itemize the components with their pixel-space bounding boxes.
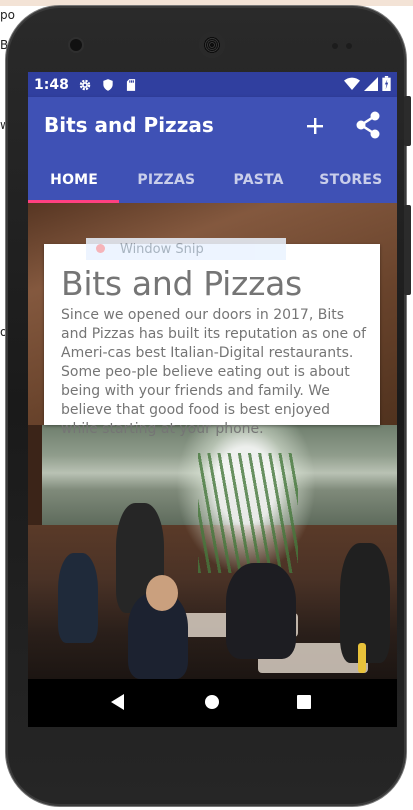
signal-icon [364, 76, 378, 91]
wifi-icon [344, 77, 360, 90]
app-toolbar: Bits and Pizzas HOME PIZZAS PASTA STORES [28, 97, 397, 203]
device-screen: 1:48 Bits and Pizzas HOME PIZZAS PASTA S… [28, 72, 397, 727]
status-time: 1:48 [34, 76, 69, 93]
card-description: Since we opened our doors in 2017, Bits … [61, 307, 367, 437]
window-snip-overlay: Window Snip [86, 238, 286, 260]
card-title: Bits and Pizzas [61, 264, 302, 303]
back-icon[interactable] [111, 694, 124, 710]
desktop-text-fragment: po [0, 8, 15, 22]
settings-icon [79, 79, 91, 90]
share-icon[interactable] [352, 109, 384, 141]
battery-icon [382, 76, 391, 91]
tab-home[interactable]: HOME [28, 157, 120, 203]
light-sensor [346, 43, 352, 49]
flower-stems [198, 453, 298, 573]
sd-card-icon [126, 78, 135, 91]
front-camera [70, 39, 82, 51]
recents-icon[interactable] [297, 695, 311, 709]
system-navigation-bar [28, 679, 397, 727]
volume-button[interactable] [404, 205, 411, 295]
app-title: Bits and Pizzas [44, 113, 214, 137]
earpiece-speaker [199, 32, 225, 58]
tab-label: PASTA [233, 172, 284, 188]
status-bar: 1:48 [28, 72, 397, 97]
phone-frame: 1:48 Bits and Pizzas HOME PIZZAS PASTA S… [6, 6, 406, 806]
home-content[interactable]: Window Snip Bits and Pizzas Since we ope… [28, 203, 397, 679]
snip-dot-icon [96, 244, 105, 253]
power-button[interactable] [404, 96, 411, 146]
diner-figure [226, 563, 296, 659]
tab-bar: HOME PIZZAS PASTA STORES [28, 157, 397, 203]
proximity-sensor [332, 43, 338, 49]
diner-figure [58, 553, 98, 643]
tab-label: PIZZAS [137, 172, 196, 188]
shield-icon [103, 78, 113, 91]
tab-pizzas[interactable]: PIZZAS [120, 157, 212, 203]
add-icon[interactable] [300, 111, 330, 141]
home-icon[interactable] [205, 695, 219, 709]
window-snip-label: Window Snip [120, 241, 204, 257]
tab-label: HOME [50, 172, 99, 188]
yellow-flower [358, 643, 366, 673]
home-info-card: Window Snip Bits and Pizzas Since we ope… [44, 238, 380, 437]
tab-label: STORES [319, 172, 383, 188]
tab-stores[interactable]: STORES [305, 157, 397, 203]
diner-figure [146, 575, 178, 611]
tab-pasta[interactable]: PASTA [213, 157, 305, 203]
